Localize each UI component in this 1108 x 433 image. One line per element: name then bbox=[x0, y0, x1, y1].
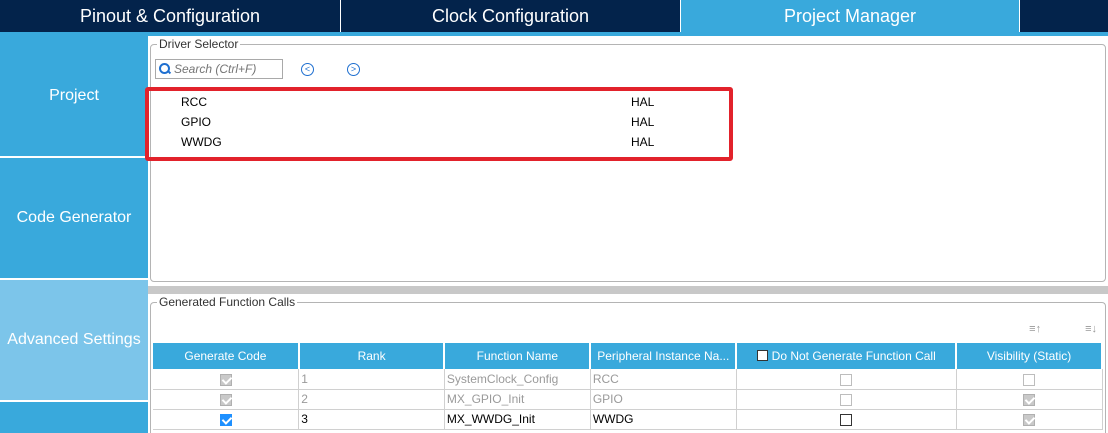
tab-project-manager[interactable]: Project Manager bbox=[681, 0, 1020, 32]
advanced-settings-content: Driver Selector < > RCC HAL GPIO HAL WWD… bbox=[145, 36, 1108, 433]
peripheral-cell: WWDG bbox=[590, 409, 737, 430]
do-not-generate-checkbox bbox=[840, 373, 853, 386]
do-not-generate-cell bbox=[736, 369, 957, 390]
sort-controls: ≡↑ ≡↓ bbox=[1029, 323, 1097, 335]
generate-code-checkbox[interactable] bbox=[219, 413, 232, 426]
driver-list: RCC HAL GPIO HAL WWDG HAL bbox=[181, 92, 741, 152]
generated-function-calls-panel: Generated Function Calls ≡↑ ≡↓ Generate … bbox=[150, 295, 1106, 433]
panel-splitter[interactable] bbox=[148, 286, 1108, 294]
visibility-checkbox bbox=[1023, 373, 1036, 386]
column-function-name[interactable]: Function Name bbox=[444, 343, 592, 369]
peripheral-cell: GPIO bbox=[590, 389, 737, 410]
do-not-generate-header-label: Do Not Generate Function Call bbox=[771, 349, 936, 363]
column-peripheral-instance[interactable]: Peripheral Instance Na... bbox=[590, 343, 738, 369]
driver-row[interactable]: GPIO HAL bbox=[181, 112, 741, 132]
sort-descending-icon[interactable]: ≡↓ bbox=[1085, 323, 1097, 335]
function-calls-table: Generate Code Rank Function Name Periphe… bbox=[153, 343, 1103, 430]
sidebar-item-bottom bbox=[0, 402, 148, 433]
tab-bar-filler bbox=[1020, 0, 1108, 32]
column-generate-code[interactable]: Generate Code bbox=[153, 343, 300, 369]
function-name-cell: SystemClock_Config bbox=[444, 369, 591, 390]
driver-peripheral-name: GPIO bbox=[181, 115, 212, 129]
sidebar-item-code-generator[interactable]: Code Generator bbox=[0, 158, 148, 278]
main-tab-bar: Pinout & Configuration Clock Configurati… bbox=[0, 0, 1108, 32]
visibility-cell bbox=[956, 369, 1103, 390]
column-rank[interactable]: Rank bbox=[298, 343, 446, 369]
driver-type-select[interactable]: HAL bbox=[631, 95, 731, 109]
table-header-row: Generate Code Rank Function Name Periphe… bbox=[153, 343, 1103, 369]
driver-peripheral-name: RCC bbox=[181, 95, 207, 109]
visibility-cell bbox=[956, 389, 1103, 410]
sidebar-item-advanced-settings[interactable]: Advanced Settings bbox=[0, 280, 148, 400]
driver-selector-legend: Driver Selector bbox=[157, 37, 241, 51]
project-manager-sidebar: Project Code Generator Advanced Settings bbox=[0, 36, 148, 433]
driver-type-select[interactable]: HAL bbox=[631, 115, 731, 129]
search-input[interactable] bbox=[172, 60, 282, 78]
driver-type-select[interactable]: HAL bbox=[631, 135, 731, 149]
generate-code-checkbox bbox=[219, 393, 232, 406]
driver-selector-panel: Driver Selector < > RCC HAL GPIO HAL WWD… bbox=[145, 37, 1106, 282]
do-not-generate-checkbox bbox=[840, 393, 853, 406]
table-row[interactable]: 3 MX_WWDG_Init WWDG bbox=[153, 409, 1103, 430]
tab-clock-configuration[interactable]: Clock Configuration bbox=[341, 0, 681, 32]
peripheral-cell: RCC bbox=[590, 369, 737, 390]
column-visibility[interactable]: Visibility (Static) bbox=[956, 343, 1103, 369]
search-icon[interactable] bbox=[158, 62, 172, 76]
generate-code-checkbox bbox=[219, 373, 232, 386]
do-not-generate-checkbox[interactable] bbox=[840, 413, 853, 426]
do-not-generate-cell bbox=[736, 389, 957, 410]
visibility-checkbox bbox=[1023, 413, 1036, 426]
rank-cell[interactable]: 3 bbox=[298, 409, 445, 430]
do-not-generate-cell bbox=[736, 409, 957, 430]
generated-function-calls-legend: Generated Function Calls bbox=[157, 295, 298, 309]
driver-row[interactable]: WWDG HAL bbox=[181, 132, 741, 152]
generate-code-cell bbox=[153, 409, 300, 430]
tab-pinout-configuration[interactable]: Pinout & Configuration bbox=[0, 0, 341, 32]
visibility-checkbox bbox=[1023, 393, 1036, 406]
generate-code-cell bbox=[153, 389, 300, 410]
rank-cell: 1 bbox=[298, 369, 445, 390]
column-do-not-generate[interactable]: Do Not Generate Function Call bbox=[736, 343, 958, 369]
function-name-cell: MX_WWDG_Init bbox=[444, 409, 591, 430]
visibility-cell bbox=[956, 409, 1103, 430]
sort-ascending-icon[interactable]: ≡↑ bbox=[1029, 323, 1041, 335]
previous-result-icon[interactable]: < bbox=[301, 63, 314, 76]
function-name-cell: MX_GPIO_Init bbox=[444, 389, 591, 410]
search-box bbox=[155, 59, 283, 79]
table-row[interactable]: 2 MX_GPIO_Init GPIO bbox=[153, 389, 1103, 410]
driver-peripheral-name: WWDG bbox=[181, 135, 222, 149]
rank-cell: 2 bbox=[298, 389, 445, 410]
generate-code-cell bbox=[153, 369, 300, 390]
sidebar-item-project[interactable]: Project bbox=[0, 36, 148, 156]
next-result-icon[interactable]: > bbox=[347, 63, 360, 76]
driver-row[interactable]: RCC HAL bbox=[181, 92, 741, 112]
do-not-generate-all-checkbox[interactable] bbox=[756, 350, 768, 361]
table-row[interactable]: 1 SystemClock_Config RCC bbox=[153, 369, 1103, 390]
